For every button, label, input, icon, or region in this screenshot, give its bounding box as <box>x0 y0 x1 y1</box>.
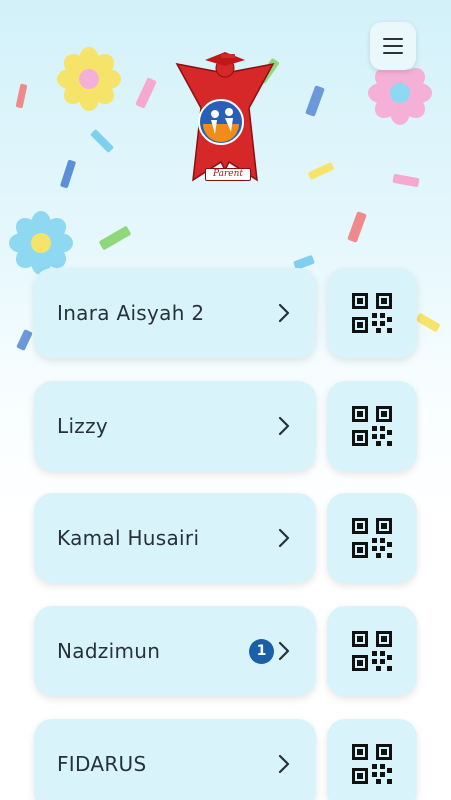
menu-button[interactable] <box>370 22 416 70</box>
qr-code-icon <box>352 518 392 558</box>
qr-code-icon <box>352 631 392 671</box>
chevron-right-icon <box>278 303 290 323</box>
child-name: Lizzy <box>57 414 109 438</box>
child-name: FIDARUS <box>57 752 147 776</box>
confetti-decoration <box>392 173 420 188</box>
qr-code-icon <box>352 406 392 446</box>
child-row: Inara Aisyah 2 <box>34 268 417 358</box>
confetti-decoration <box>59 159 77 189</box>
confetti-decoration <box>415 312 441 333</box>
child-name: Kamal Husairi <box>57 526 200 550</box>
confetti-decoration <box>98 225 132 251</box>
confetti-decoration <box>15 83 28 109</box>
child-row: Kamal Husairi <box>34 493 417 583</box>
child-card[interactable]: Lizzy <box>34 381 316 471</box>
confetti-decoration <box>89 128 115 154</box>
child-name: Nadzimun <box>57 639 161 663</box>
confetti-decoration <box>347 211 367 243</box>
flower-decoration <box>9 211 73 275</box>
child-card[interactable]: FIDARUS <box>34 719 316 800</box>
child-name: Inara Aisyah 2 <box>57 301 205 325</box>
confetti-decoration <box>305 85 325 117</box>
child-row: Lizzy <box>34 381 417 471</box>
notification-badge: 1 <box>249 639 274 664</box>
flower-decoration <box>57 47 121 111</box>
qr-code-button[interactable] <box>327 493 417 583</box>
child-card[interactable]: Kamal Husairi <box>34 493 316 583</box>
child-row: Nadzimun 1 <box>34 606 417 696</box>
qr-code-button[interactable] <box>327 268 417 358</box>
child-row: FIDARUS <box>34 719 417 800</box>
qr-code-button[interactable] <box>327 719 417 800</box>
hamburger-menu-icon <box>383 38 403 54</box>
chevron-right-icon <box>278 754 290 774</box>
confetti-decoration <box>135 77 157 109</box>
qr-code-icon <box>352 744 392 784</box>
child-card[interactable]: Nadzimun 1 <box>34 606 316 696</box>
chevron-right-icon <box>278 416 290 436</box>
qr-code-icon <box>352 293 392 333</box>
confetti-decoration <box>307 161 335 181</box>
child-card[interactable]: Inara Aisyah 2 <box>34 268 316 358</box>
qr-code-button[interactable] <box>327 606 417 696</box>
chevron-right-icon <box>278 528 290 548</box>
chevron-right-icon <box>278 641 290 661</box>
logo-parent-label: Parent <box>205 168 251 181</box>
app-logo: Parent <box>175 52 275 188</box>
qr-code-button[interactable] <box>327 381 417 471</box>
confetti-decoration <box>16 329 33 351</box>
